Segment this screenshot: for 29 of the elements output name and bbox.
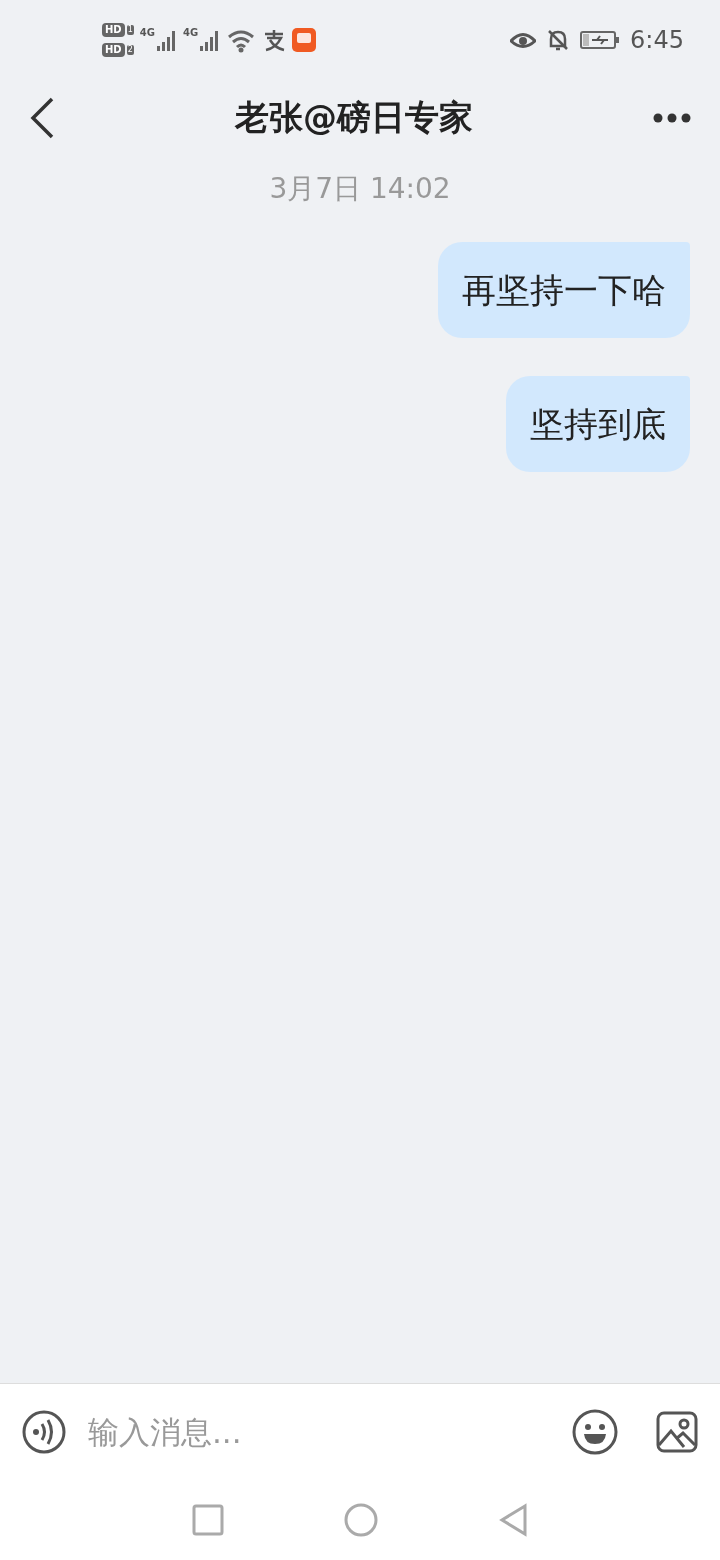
- voice-button[interactable]: [22, 1410, 66, 1454]
- image-icon: [656, 1411, 698, 1453]
- signal-icon: [154, 28, 177, 52]
- sim-badge: HD: [102, 43, 125, 57]
- sim-slot: 2: [126, 45, 134, 55]
- smiley-icon: [572, 1409, 618, 1455]
- network-type: 4G: [182, 28, 199, 38]
- signal-icon: [198, 28, 221, 52]
- message-input[interactable]: 输入消息...: [86, 1413, 552, 1451]
- emoji-button[interactable]: [572, 1409, 618, 1455]
- app-icon: [292, 28, 317, 52]
- chat-title: 老张@磅日专家: [233, 96, 474, 139]
- timestamp: 3月7日 14:02: [269, 171, 451, 207]
- network-type: 4G: [139, 28, 155, 38]
- voice-icon: [22, 1410, 66, 1454]
- battery-icon: [580, 30, 621, 50]
- clock-time: 6:45: [630, 26, 684, 54]
- message-bubble: 再坚持一下哈: [438, 242, 690, 338]
- pay-icon: [262, 28, 287, 52]
- eye-icon: [510, 30, 537, 50]
- sim-badge: HD: [102, 23, 125, 37]
- message-bubble: 坚持到底: [506, 376, 690, 472]
- triangle-icon: [498, 1503, 528, 1537]
- sim-slot: 1: [126, 25, 134, 35]
- more-icon: [652, 112, 692, 124]
- circle-icon: [344, 1503, 378, 1537]
- image-button[interactable]: [656, 1411, 698, 1453]
- square-icon: [192, 1504, 224, 1536]
- back-icon: [28, 96, 56, 140]
